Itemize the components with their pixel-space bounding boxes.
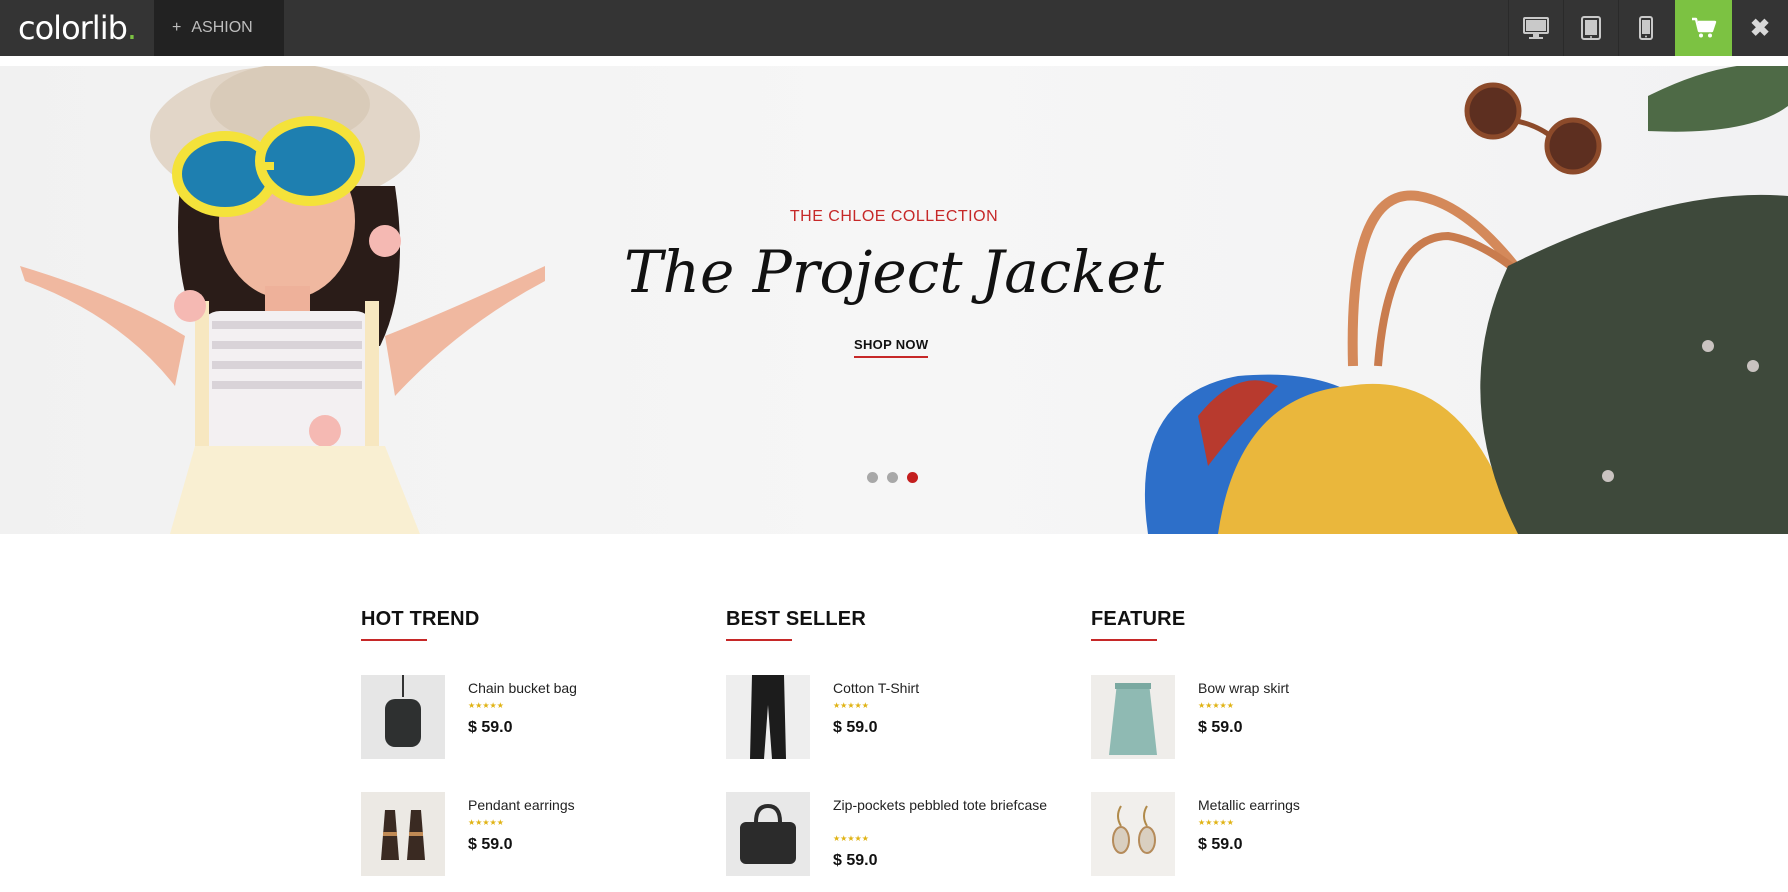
section-underline xyxy=(361,639,427,641)
section-underline xyxy=(1091,639,1157,641)
section-hot-trend: HOT TREND Chain bucket bag ★★★★★ $ 59.0 … xyxy=(361,608,691,876)
hero-banner: THE CHLOE COLLECTION The Project Jacket … xyxy=(0,66,1788,534)
product-price: $ 59.0 xyxy=(468,719,513,736)
slider-dot-1[interactable] xyxy=(867,472,878,483)
plus-icon: + xyxy=(172,19,182,36)
product-item[interactable]: Cotton T-Shirt ★★★★★ $ 59.0 xyxy=(726,675,1066,759)
rating-stars: ★★★★★ xyxy=(833,834,869,843)
desktop-view-button[interactable] xyxy=(1508,0,1563,56)
skirt-image xyxy=(1091,675,1175,759)
logo-dot: . xyxy=(126,9,137,47)
metallic-earrings-image xyxy=(1091,792,1175,876)
section-feature: FEATURE Bow wrap skirt ★★★★★ $ 59.0 Meta… xyxy=(1091,608,1421,876)
section-title: FEATURE xyxy=(1091,608,1186,630)
product-item[interactable]: Zip-pockets pebbled tote briefcase ★★★★★… xyxy=(726,792,1066,876)
rating-stars: ★★★★★ xyxy=(1198,701,1234,710)
cart-button[interactable] xyxy=(1675,0,1732,56)
product-name[interactable]: Chain bucket bag xyxy=(468,680,698,696)
product-name[interactable]: Pendant earrings xyxy=(468,797,698,813)
top-bar: colorlib. + ASHION ✖ xyxy=(0,0,1788,56)
slider-dot-2[interactable] xyxy=(887,472,898,483)
hero-eyebrow: THE CHLOE COLLECTION xyxy=(789,208,999,225)
shop-now-link[interactable]: SHOP NOW xyxy=(854,337,929,358)
product-price: $ 59.0 xyxy=(833,719,878,736)
mobile-view-button[interactable] xyxy=(1618,0,1673,56)
close-button[interactable]: ✖ xyxy=(1732,0,1788,56)
section-best-seller: BEST SELLER Cotton T-Shirt ★★★★★ $ 59.0 … xyxy=(726,608,1056,876)
section-title: HOT TREND xyxy=(361,608,480,630)
bag-image xyxy=(361,675,445,759)
slider-dots xyxy=(867,472,918,483)
product-thumbnail[interactable] xyxy=(361,792,445,876)
product-thumbnail[interactable] xyxy=(1091,792,1175,876)
product-thumbnail[interactable] xyxy=(361,675,445,759)
product-name[interactable]: Cotton T-Shirt xyxy=(833,680,1063,696)
theme-tab-label: ASHION xyxy=(191,19,253,36)
product-item[interactable]: Chain bucket bag ★★★★★ $ 59.0 xyxy=(361,675,701,759)
product-thumbnail[interactable] xyxy=(1091,675,1175,759)
briefcase-image xyxy=(726,792,810,876)
desktop-icon xyxy=(1523,17,1549,39)
rating-stars: ★★★★★ xyxy=(1198,818,1234,827)
jeans-image xyxy=(726,675,810,759)
product-thumbnail[interactable] xyxy=(726,675,810,759)
product-name[interactable]: Zip-pockets pebbled tote briefcase xyxy=(833,797,1063,813)
tablet-view-button[interactable] xyxy=(1563,0,1618,56)
colorlib-logo[interactable]: colorlib. xyxy=(18,9,137,47)
rating-stars: ★★★★★ xyxy=(468,701,504,710)
hero-title: The Project Jacket xyxy=(623,238,1165,306)
product-thumbnail[interactable] xyxy=(726,792,810,876)
earrings-image xyxy=(361,792,445,876)
product-name[interactable]: Bow wrap skirt xyxy=(1198,680,1428,696)
logo-text: colorlib xyxy=(18,9,128,47)
product-item[interactable]: Metallic earrings ★★★★★ $ 59.0 xyxy=(1091,792,1431,876)
mobile-icon xyxy=(1639,16,1653,40)
product-name[interactable]: Metallic earrings xyxy=(1198,797,1428,813)
product-price: $ 59.0 xyxy=(468,836,513,853)
product-item[interactable]: Bow wrap skirt ★★★★★ $ 59.0 xyxy=(1091,675,1431,759)
product-price: $ 59.0 xyxy=(1198,836,1243,853)
product-price: $ 59.0 xyxy=(1198,719,1243,736)
product-price: $ 59.0 xyxy=(833,852,878,869)
section-underline xyxy=(726,639,792,641)
close-icon: ✖ xyxy=(1749,14,1771,42)
section-title: BEST SELLER xyxy=(726,608,866,630)
theme-tab-ashion[interactable]: + ASHION xyxy=(154,0,284,56)
slider-dot-3[interactable] xyxy=(907,472,918,483)
product-item[interactable]: Pendant earrings ★★★★★ $ 59.0 xyxy=(361,792,701,876)
rating-stars: ★★★★★ xyxy=(833,701,869,710)
rating-stars: ★★★★★ xyxy=(468,818,504,827)
tablet-icon xyxy=(1581,16,1601,40)
cart-icon xyxy=(1691,17,1716,38)
